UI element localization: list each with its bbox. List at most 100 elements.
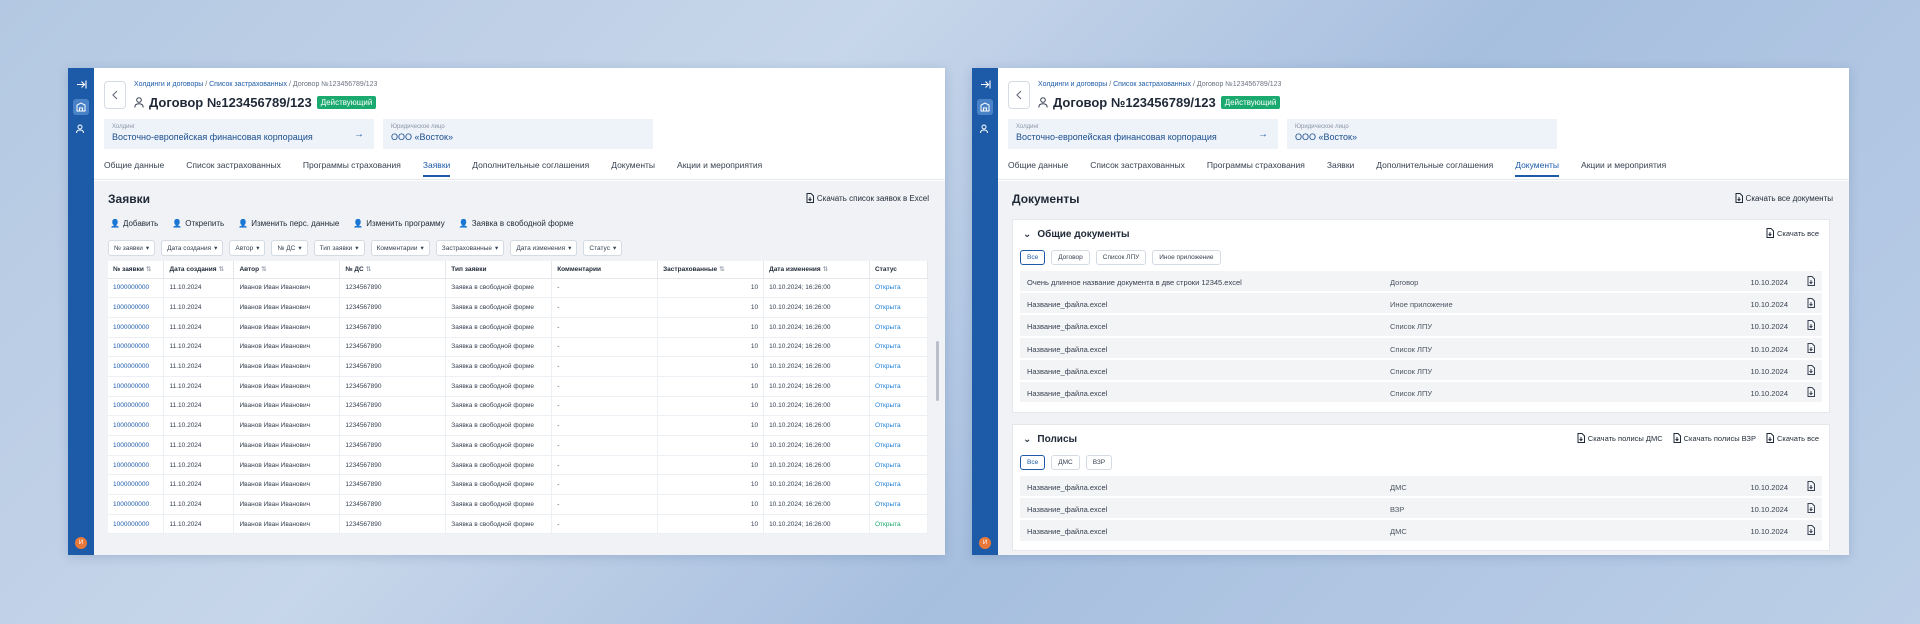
download-excel-button[interactable]: Скачать список заявок в Excel	[806, 193, 929, 203]
policies-header[interactable]: ⌄ Полисы	[1023, 434, 1077, 445]
list-item[interactable]: Название_файла.excel ВЗР 10.10.2024	[1020, 498, 1822, 521]
breadcrumb-insured-list[interactable]: Список застрахованных	[209, 81, 287, 88]
chip-all[interactable]: Все	[1020, 455, 1046, 470]
building-icon[interactable]	[977, 99, 993, 115]
table-row[interactable]: 1000000000 11.10.2024 Иванов Иван Иванович…	[108, 435, 929, 456]
table-row[interactable]: 1000000000 11.10.2024 Иванов Иван Иванович…	[108, 356, 929, 377]
file-download-icon[interactable]	[1807, 320, 1815, 332]
list-item[interactable]: Название_файла.excel Список ЛПУ 10.10.2024	[1020, 337, 1822, 360]
table-row[interactable]: 1000000000 11.10.2024 Иванов Иван Иванович…	[108, 376, 929, 397]
table-row[interactable]: 1000000000 11.10.2024 Иванов Иван Иванович…	[108, 415, 929, 436]
holding-card[interactable]: Холдинг Восточно-европейская финансовая …	[104, 119, 374, 149]
detach-button[interactable]: 👤 Открепить	[172, 219, 224, 228]
tab-promotions[interactable]: Акции и мероприятия	[677, 160, 762, 177]
cell-request-number[interactable]: 1000000000	[108, 337, 165, 358]
cell-status[interactable]: Открыта	[869, 317, 929, 338]
filter-insured[interactable]: Застрахованные ▾	[435, 240, 505, 256]
chip-dms[interactable]: ДМС	[1051, 455, 1080, 470]
cell-status[interactable]: Открыта	[869, 396, 929, 417]
filter-modified-date[interactable]: Дата изменения ▾	[510, 240, 578, 256]
expand-sidebar-icon[interactable]	[73, 76, 89, 92]
cell-request-number[interactable]: 1000000000	[108, 376, 165, 397]
tab-agreements[interactable]: Дополнительные соглашения	[472, 160, 589, 177]
cell-status[interactable]: Открыта	[869, 494, 929, 515]
add-request-button[interactable]: 👤 Добавить	[110, 219, 158, 228]
tab-general[interactable]: Общие данные	[104, 160, 164, 177]
col-author[interactable]: Автор ⇅	[233, 261, 341, 279]
cell-request-number[interactable]: 1000000000	[108, 494, 165, 515]
filter-status[interactable]: Статус ▾	[583, 240, 623, 256]
list-item[interactable]: Название_файла.excel Иное приложение 10.10…	[1020, 293, 1822, 316]
col-created-date[interactable]: Дата создания ⇅	[163, 261, 235, 279]
cell-request-number[interactable]: 1000000000	[108, 396, 165, 417]
cell-status[interactable]: Открыта	[869, 297, 929, 318]
building-icon[interactable]	[73, 99, 89, 115]
tab-programs[interactable]: Программы страхования	[303, 160, 401, 177]
filter-ds-number[interactable]: № ДС ▾	[271, 240, 308, 256]
file-download-icon[interactable]	[1807, 364, 1815, 377]
legal-entity-card[interactable]: Юридическое лицо ООО «Восток»	[1287, 119, 1557, 149]
legal-entity-card[interactable]: Юридическое лицо ООО «Восток»	[383, 119, 653, 149]
users-icon[interactable]	[73, 121, 89, 137]
list-item[interactable]: Название_файла.excel Список ЛПУ 10.10.2024	[1020, 359, 1822, 382]
filter-comments[interactable]: Комментарии ▾	[370, 240, 430, 256]
chip-contract[interactable]: Договор	[1051, 250, 1090, 265]
file-download-icon[interactable]	[1807, 298, 1815, 310]
list-item[interactable]: Очень длинное название документа в две с…	[1020, 271, 1822, 294]
back-button[interactable]	[104, 81, 126, 109]
free-form-request-button[interactable]: 👤 Заявка в свободной форме	[459, 219, 574, 228]
cell-request-number[interactable]: 1000000000	[108, 514, 165, 535]
file-download-icon[interactable]	[1807, 481, 1815, 493]
file-download-icon[interactable]	[1807, 503, 1815, 515]
cell-status[interactable]: Открыта	[869, 337, 929, 358]
general-documents-header[interactable]: ⌄ Общие документы	[1023, 229, 1130, 240]
tab-requests[interactable]: Заявки	[422, 160, 451, 177]
tab-programs[interactable]: Программы страхования	[1207, 160, 1305, 177]
table-row[interactable]: 1000000000 11.10.2024 Иванов Иван Иванович…	[108, 474, 929, 496]
breadcrumb-holdings[interactable]: Холдинги и договоры	[134, 81, 203, 88]
file-download-icon[interactable]	[1807, 386, 1815, 399]
filter-author[interactable]: Автор ▾	[229, 240, 266, 256]
tab-requests[interactable]: Заявки	[1327, 160, 1354, 177]
filter-request-type[interactable]: Тип заявки ▾	[313, 240, 365, 256]
list-item[interactable]: Название_файла.excel ДМС 10.10.2024	[1020, 476, 1822, 499]
download-all-policies-button[interactable]: Скачать все	[1766, 433, 1819, 443]
cell-status[interactable]: Открыта	[869, 435, 929, 456]
cell-request-number[interactable]: 1000000000	[108, 415, 165, 436]
scrollbar[interactable]	[936, 341, 939, 401]
table-row[interactable]: 1000000000 11.10.2024 Иванов Иван Иванович…	[108, 396, 929, 417]
table-row[interactable]: 1000000000 11.10.2024 Иванов Иван Иванович…	[108, 297, 929, 318]
back-button[interactable]	[1008, 81, 1030, 109]
tab-documents[interactable]: Документы	[1515, 160, 1560, 177]
cell-request-number[interactable]: 1000000000	[108, 317, 165, 338]
chip-other-attachment[interactable]: Иное приложение	[1152, 250, 1221, 265]
table-row[interactable]: 1000000000 11.10.2024 Иванов Иван Иванович…	[108, 317, 929, 338]
cell-status[interactable]: Открыта	[869, 376, 929, 397]
cell-status[interactable]: Открыта	[869, 474, 929, 496]
list-item[interactable]: Название_файла.excel Список ЛПУ 10.10.2024	[1020, 315, 1822, 338]
table-row[interactable]: 1000000000 11.10.2024 Иванов Иван Иванович…	[108, 514, 929, 535]
cell-status[interactable]: Открыта	[869, 356, 929, 377]
table-row[interactable]: 1000000000 11.10.2024 Иванов Иван Иванович…	[108, 278, 929, 299]
tab-promotions[interactable]: Акции и мероприятия	[1581, 160, 1666, 177]
tab-insured-list[interactable]: Список застрахованных	[186, 160, 281, 177]
cell-request-number[interactable]: 1000000000	[108, 435, 165, 456]
col-modified-date[interactable]: Дата изменения ⇅	[763, 261, 870, 279]
file-download-icon[interactable]	[1807, 525, 1815, 537]
tab-agreements[interactable]: Дополнительные соглашения	[1376, 160, 1493, 177]
download-all-general-button[interactable]: Скачать все	[1766, 228, 1819, 238]
tab-insured-list[interactable]: Список застрахованных	[1090, 160, 1185, 177]
cell-status[interactable]: Открыта	[869, 415, 929, 436]
cell-request-number[interactable]: 1000000000	[108, 455, 165, 476]
cell-status[interactable]: Открыта	[869, 278, 929, 299]
cell-status[interactable]: Открыта	[869, 514, 929, 535]
cell-request-number[interactable]: 1000000000	[108, 474, 165, 496]
file-download-icon[interactable]	[1807, 276, 1815, 288]
download-dms-policies-button[interactable]: Скачать полисы ДМС	[1577, 433, 1663, 443]
table-row[interactable]: 1000000000 11.10.2024 Иванов Иван Иванович…	[108, 337, 929, 358]
edit-personal-data-button[interactable]: 👤 Изменить перс. данные	[238, 219, 339, 228]
cell-request-number[interactable]: 1000000000	[108, 278, 165, 299]
filter-request-number[interactable]: № заявки ▾	[108, 240, 156, 256]
chip-vzr[interactable]: ВЗР	[1085, 455, 1113, 470]
breadcrumb-holdings[interactable]: Холдинги и договоры	[1038, 81, 1107, 88]
